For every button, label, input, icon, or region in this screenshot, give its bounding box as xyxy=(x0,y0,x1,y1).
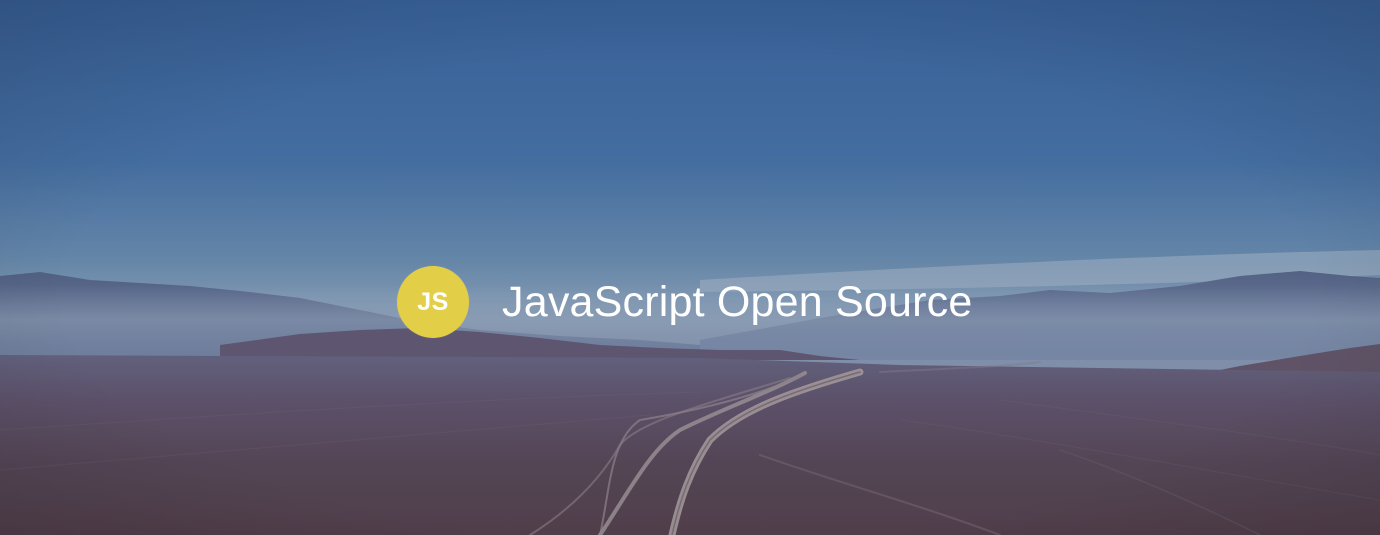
javascript-logo-icon: JS xyxy=(397,266,469,338)
brand-lockup: JS JavaScript Open Source xyxy=(397,266,972,338)
hero-banner: JS JavaScript Open Source xyxy=(0,0,1380,535)
page-title: JavaScript Open Source xyxy=(502,278,973,326)
